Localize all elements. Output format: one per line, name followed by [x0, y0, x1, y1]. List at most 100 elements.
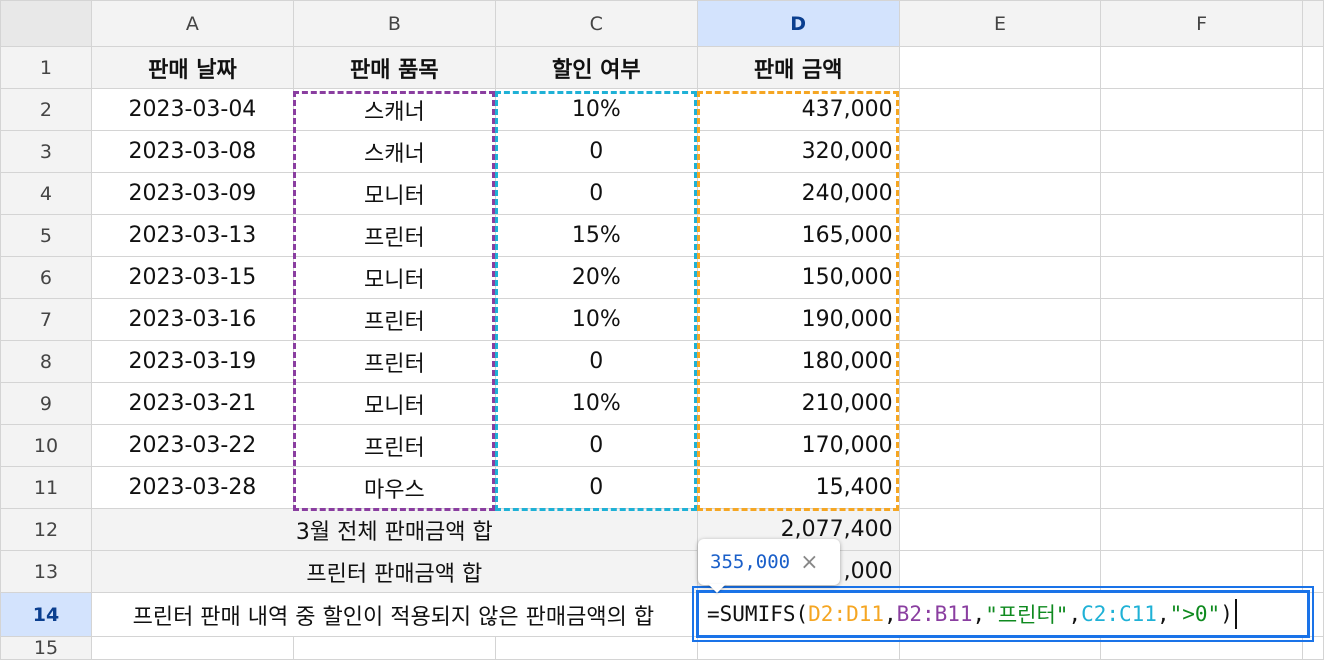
empty-cell[interactable]: [1100, 214, 1303, 257]
table-cell[interactable]: 0: [494, 466, 698, 509]
select-all-corner[interactable]: [0, 0, 92, 47]
table-header-cell[interactable]: 할인 여부: [494, 46, 698, 89]
column-header-f[interactable]: F: [1100, 0, 1303, 47]
row-header[interactable]: 3: [0, 130, 92, 173]
table-cell[interactable]: 마우스: [292, 466, 496, 509]
table-header-cell[interactable]: 판매 금액: [696, 46, 900, 89]
summary-label[interactable]: 3월 전체 판매금액 합: [90, 508, 698, 551]
table-cell[interactable]: 0: [494, 130, 698, 173]
column-header-d[interactable]: D: [696, 0, 900, 47]
empty-cell[interactable]: [1100, 424, 1303, 467]
table-cell[interactable]: 프린터: [292, 340, 496, 383]
empty-cell[interactable]: [1100, 636, 1303, 660]
empty-cell[interactable]: [898, 88, 1102, 131]
empty-cell[interactable]: [898, 46, 1102, 89]
table-cell[interactable]: 210,000: [696, 382, 900, 425]
table-cell[interactable]: 170,000: [696, 424, 900, 467]
table-cell[interactable]: 프린터: [292, 298, 496, 341]
formula-cell-editor[interactable]: =SUMIFS(D2:D11, B2:B11, "프린터", C2:C11, ">0"): [696, 590, 1310, 638]
table-cell[interactable]: 150,000: [696, 256, 900, 299]
row-header[interactable]: 4: [0, 172, 92, 215]
table-cell[interactable]: 15%: [494, 214, 698, 257]
row-header[interactable]: 1: [0, 46, 92, 89]
empty-cell[interactable]: [1100, 88, 1303, 131]
empty-cell[interactable]: [696, 636, 900, 660]
empty-cell[interactable]: [898, 466, 1102, 509]
table-cell[interactable]: 437,000: [696, 88, 900, 131]
table-cell[interactable]: 0: [494, 172, 698, 215]
table-cell[interactable]: 0: [494, 424, 698, 467]
empty-cell[interactable]: [898, 382, 1102, 425]
table-cell[interactable]: 10%: [494, 88, 698, 131]
column-header-a[interactable]: A: [90, 0, 294, 47]
table-cell[interactable]: 2023-03-09: [90, 172, 294, 215]
empty-cell[interactable]: [90, 636, 294, 660]
empty-cell[interactable]: [898, 298, 1102, 341]
table-cell[interactable]: 2023-03-16: [90, 298, 294, 341]
table-cell[interactable]: 2023-03-08: [90, 130, 294, 173]
empty-cell[interactable]: [494, 636, 698, 660]
close-icon[interactable]: ×: [800, 550, 818, 575]
empty-cell[interactable]: [898, 130, 1102, 173]
column-header-c[interactable]: C: [494, 0, 698, 47]
table-cell[interactable]: 2023-03-22: [90, 424, 294, 467]
table-cell[interactable]: 180,000: [696, 340, 900, 383]
empty-cell[interactable]: [1100, 508, 1303, 551]
empty-cell[interactable]: [1100, 172, 1303, 215]
row-header[interactable]: 5: [0, 214, 92, 257]
table-cell[interactable]: 240,000: [696, 172, 900, 215]
empty-cell[interactable]: [898, 340, 1102, 383]
row-header[interactable]: 10: [0, 424, 92, 467]
empty-cell[interactable]: [898, 550, 1102, 593]
empty-cell[interactable]: [1100, 340, 1303, 383]
column-header-b[interactable]: B: [292, 0, 496, 47]
table-cell[interactable]: 20%: [494, 256, 698, 299]
row-header[interactable]: 8: [0, 340, 92, 383]
table-cell[interactable]: 190,000: [696, 298, 900, 341]
table-cell[interactable]: 10%: [494, 382, 698, 425]
table-cell[interactable]: 모니터: [292, 172, 496, 215]
table-header-cell[interactable]: 판매 날짜: [90, 46, 294, 89]
table-cell[interactable]: 모니터: [292, 256, 496, 299]
row-header[interactable]: 13: [0, 550, 92, 593]
table-cell[interactable]: 320,000: [696, 130, 900, 173]
empty-cell[interactable]: [898, 424, 1102, 467]
table-cell[interactable]: 프린터: [292, 424, 496, 467]
empty-cell[interactable]: [1100, 256, 1303, 299]
table-cell[interactable]: 스캐너: [292, 130, 496, 173]
empty-cell[interactable]: [898, 214, 1102, 257]
empty-cell[interactable]: [898, 256, 1102, 299]
row-header[interactable]: 7: [0, 298, 92, 341]
summary-label[interactable]: 프린터 판매금액 합: [90, 550, 698, 593]
row-header[interactable]: 2: [0, 88, 92, 131]
table-header-cell[interactable]: 판매 품목: [292, 46, 496, 89]
summary-label[interactable]: 프린터 판매 내역 중 할인이 적용되지 않은 판매금액의 합: [90, 592, 698, 637]
table-cell[interactable]: 2023-03-21: [90, 382, 294, 425]
empty-cell[interactable]: [898, 172, 1102, 215]
empty-cell[interactable]: [1100, 298, 1303, 341]
table-cell[interactable]: 165,000: [696, 214, 900, 257]
empty-cell[interactable]: [292, 636, 496, 660]
row-header[interactable]: 12: [0, 508, 92, 551]
table-cell[interactable]: 10%: [494, 298, 698, 341]
table-cell[interactable]: 스캐너: [292, 88, 496, 131]
table-cell[interactable]: 2023-03-04: [90, 88, 294, 131]
empty-cell[interactable]: [1100, 46, 1303, 89]
empty-cell[interactable]: [1100, 130, 1303, 173]
empty-cell[interactable]: [898, 508, 1102, 551]
table-cell[interactable]: 모니터: [292, 382, 496, 425]
table-cell[interactable]: 2023-03-28: [90, 466, 294, 509]
table-cell[interactable]: 2023-03-15: [90, 256, 294, 299]
table-cell[interactable]: 0: [494, 340, 698, 383]
row-header[interactable]: 11: [0, 466, 92, 509]
table-cell[interactable]: 프린터: [292, 214, 496, 257]
table-cell[interactable]: 2023-03-13: [90, 214, 294, 257]
column-header-e[interactable]: E: [898, 0, 1102, 47]
empty-cell[interactable]: [1100, 466, 1303, 509]
table-cell[interactable]: 15,400: [696, 466, 900, 509]
empty-cell[interactable]: [1100, 382, 1303, 425]
row-header[interactable]: 14: [0, 592, 92, 637]
row-header[interactable]: 9: [0, 382, 92, 425]
row-header[interactable]: 15: [0, 636, 92, 660]
empty-cell[interactable]: [1100, 550, 1303, 593]
